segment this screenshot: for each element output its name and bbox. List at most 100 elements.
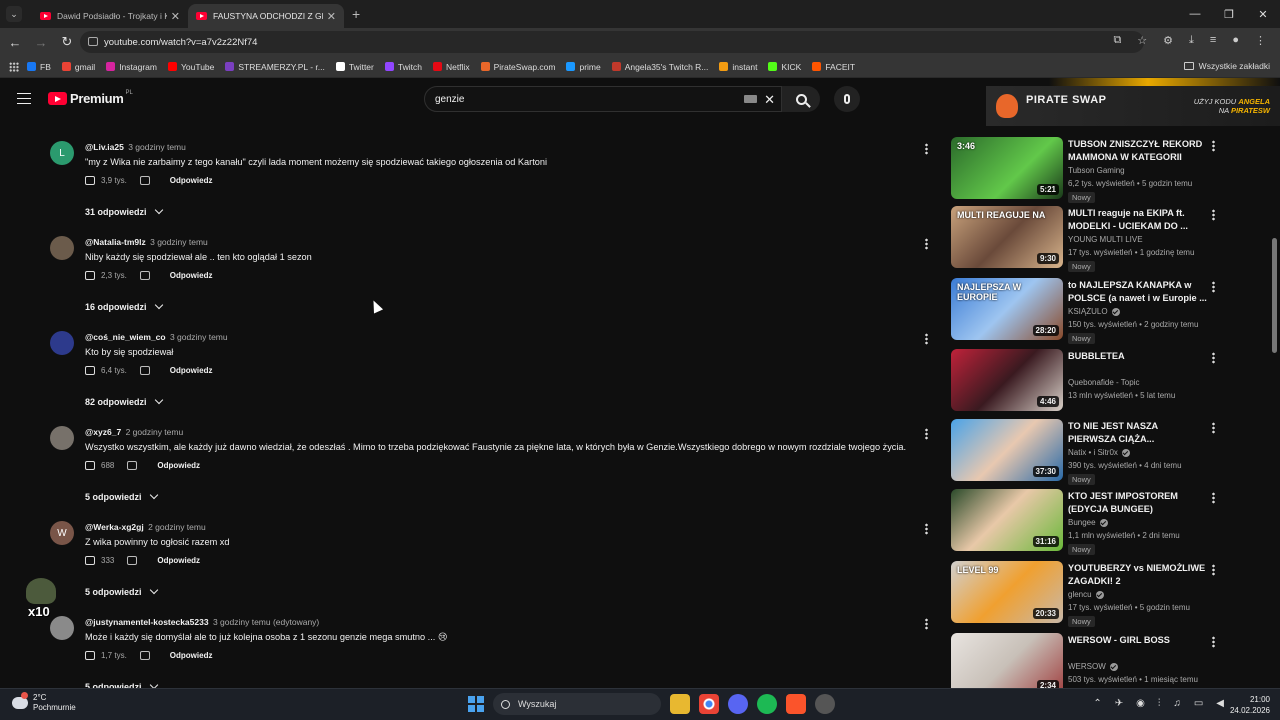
related-video[interactable]: 3:46 5:21 TUBSON ZNISZCZYŁ REKORD MAMMONA …	[950, 137, 1280, 203]
reply-button[interactable]: Odpowiedz	[170, 651, 213, 660]
spotify-icon[interactable]	[757, 694, 777, 714]
comment-time[interactable]: 2 godziny temu	[148, 522, 206, 532]
search-input[interactable]: genzie ✕	[424, 86, 782, 112]
avatar[interactable]: L	[50, 141, 74, 165]
bookmark-star-icon[interactable]: ☆	[1137, 34, 1147, 47]
video-thumbnail[interactable]: 2:34	[951, 633, 1063, 688]
tab-1[interactable]: FAUSTYNA ODCHODZI Z GENZ ✕	[188, 4, 344, 28]
like-icon[interactable]	[85, 651, 95, 660]
keyboard-icon[interactable]	[744, 95, 757, 103]
like-icon[interactable]	[85, 271, 95, 280]
settings-icon[interactable]	[815, 694, 835, 714]
page-scrollbar[interactable]	[1272, 238, 1277, 353]
file-explorer-icon[interactable]	[670, 694, 690, 714]
comment-time[interactable]: 3 godziny temu	[170, 332, 228, 342]
dislike-icon[interactable]	[139, 366, 150, 375]
reply-button[interactable]: Odpowiedz	[157, 556, 200, 565]
bookmark-11[interactable]: instant	[719, 62, 757, 72]
related-video[interactable]: NAJLEPSZA W EUROPIE 28:20 to NAJLEPSZA KAN…	[950, 278, 1280, 344]
comment-menu-icon[interactable]	[925, 143, 928, 155]
video-channel[interactable]: WERSOW	[1068, 662, 1118, 671]
display-icon[interactable]: ▭	[1194, 698, 1203, 709]
forward-icon[interactable]: →	[30, 35, 52, 50]
related-video[interactable]: 31:16 KTO JEST IMPOSTOREM (EDYCJA BUNGEE)…	[950, 489, 1280, 555]
youtube-premium-logo[interactable]: Premium PL	[48, 90, 133, 106]
bookmark-6[interactable]: Twitch	[384, 62, 422, 72]
dislike-icon[interactable]	[139, 271, 150, 280]
video-title[interactable]: to NAJLEPSZA KANAPKA w POLSCE (a nawet i…	[1068, 279, 1208, 305]
comment-author[interactable]: @justynamentel-kostecka5233	[85, 617, 209, 627]
voice-search-button[interactable]	[834, 86, 860, 112]
video-title[interactable]: KTO JEST IMPOSTOREM (EDYCJA BUNGEE)	[1068, 490, 1208, 516]
comment-menu-icon[interactable]	[925, 333, 928, 345]
dislike-icon[interactable]	[139, 651, 150, 660]
comment-menu-icon[interactable]	[925, 428, 928, 440]
menu-icon[interactable]: ⋮	[1255, 34, 1266, 47]
audio-device-icon[interactable]: ⫶	[1158, 698, 1161, 709]
dislike-icon[interactable]	[139, 176, 150, 185]
pirateswap-ad-banner[interactable]: PIRATE SWAP UŻYJ KODU ANGELA NA PIRATESW	[986, 86, 1280, 126]
video-title[interactable]: BUBBLETEA	[1068, 350, 1208, 363]
network-icon[interactable]: ✈	[1115, 698, 1123, 709]
comment-menu-icon[interactable]	[925, 618, 928, 630]
comment-time[interactable]: 3 godziny temu (edytowany)	[213, 617, 319, 627]
comment-time[interactable]: 2 godziny temu	[126, 427, 184, 437]
bookmark-2[interactable]: Instagram	[106, 62, 157, 72]
url-bar[interactable]: youtube.com/watch?v=a7v2z22Nf74	[80, 31, 1144, 53]
video-menu-icon[interactable]	[1212, 281, 1215, 293]
microphone-tray-icon[interactable]: ♫	[1173, 698, 1181, 709]
video-title[interactable]: MULTI reaguje na EKIPA ft. MODELKI - UCI…	[1068, 207, 1208, 233]
video-channel[interactable]: Quebonafide - Topic	[1068, 378, 1139, 387]
replies-toggle[interactable]: 5 odpowiedzi	[85, 490, 158, 502]
related-video[interactable]: 37:30 TO NIE JEST NASZA PIERWSZA CIĄŻA...…	[950, 419, 1280, 485]
reply-button[interactable]: Odpowiedz	[170, 271, 213, 280]
taskbar-search[interactable]: Wyszukaj	[493, 693, 661, 715]
like-icon[interactable]	[85, 176, 95, 185]
bookmark-10[interactable]: Angela35's Twitch R...	[611, 62, 708, 72]
video-title[interactable]: WERSOW - GIRL BOSS	[1068, 634, 1208, 647]
clear-search-icon[interactable]: ✕	[764, 92, 775, 108]
avatar[interactable]: W	[50, 521, 74, 545]
video-title[interactable]: TUBSON ZNISZCZYŁ REKORD MAMMONA W KATEGO…	[1068, 138, 1208, 164]
avatar[interactable]	[50, 331, 74, 355]
chrome-icon[interactable]	[699, 694, 719, 714]
profile-avatar[interactable]: ●	[1232, 34, 1239, 47]
comment-time[interactable]: 3 godziny temu	[128, 142, 186, 152]
reply-button[interactable]: Odpowiedz	[157, 461, 200, 470]
site-info-icon[interactable]	[88, 37, 98, 46]
comment-author[interactable]: @coś_nie_wiem_co	[85, 332, 166, 342]
video-channel[interactable]: Natix • i Sitr0x	[1068, 448, 1130, 457]
like-icon[interactable]	[85, 366, 95, 375]
apps-grid-icon[interactable]	[9, 61, 19, 72]
bookmark-0[interactable]: FB	[27, 62, 51, 72]
video-channel[interactable]: YOUNG MULTI LIVE	[1068, 235, 1143, 244]
bookmark-4[interactable]: STREAMERZY.PL - r...	[225, 62, 325, 72]
replies-toggle[interactable]: 82 odpowiedzi	[85, 395, 163, 407]
restore-icon[interactable]: ❐	[1212, 0, 1246, 28]
search-button[interactable]	[782, 86, 820, 112]
extensions-icon[interactable]: ⚙	[1163, 34, 1173, 47]
close-tab-icon[interactable]: ✕	[327, 10, 336, 23]
bookmark-3[interactable]: YouTube	[167, 62, 214, 72]
video-menu-icon[interactable]	[1212, 140, 1215, 152]
comment-author[interactable]: @Natalia-tm9lz	[85, 237, 146, 247]
video-thumbnail[interactable]: 31:16	[951, 489, 1063, 551]
video-channel[interactable]: Bungee	[1068, 518, 1108, 527]
video-menu-icon[interactable]	[1212, 492, 1215, 504]
reply-button[interactable]: Odpowiedz	[170, 176, 213, 185]
video-thumbnail[interactable]: LEVEL 99 20:33	[951, 561, 1063, 623]
related-video[interactable]: 2:34 WERSOW - GIRL BOSS WERSOW 503 tys. wyś…	[950, 633, 1280, 688]
clock[interactable]: 21:00 24.02.2026	[1230, 694, 1270, 716]
media-icon[interactable]: ≡	[1210, 34, 1216, 47]
related-video[interactable]: LEVEL 99 20:33 YOUTUBERZY vs NIEMOŻLIWE ZA…	[950, 561, 1280, 627]
brave-icon[interactable]	[786, 694, 806, 714]
comment-time[interactable]: 3 godziny temu	[150, 237, 208, 247]
bookmark-13[interactable]: FACEIT	[812, 62, 855, 72]
bookmark-12[interactable]: KICK	[768, 62, 801, 72]
reply-button[interactable]: Odpowiedz	[170, 366, 213, 375]
video-channel[interactable]: Tubson Gaming	[1068, 166, 1125, 175]
video-thumbnail[interactable]: NAJLEPSZA W EUROPIE 28:20	[951, 278, 1063, 340]
replies-toggle[interactable]: 16 odpowiedzi	[85, 300, 163, 312]
volume-icon[interactable]: ◀	[1216, 698, 1224, 709]
video-thumbnail[interactable]: 37:30	[951, 419, 1063, 481]
